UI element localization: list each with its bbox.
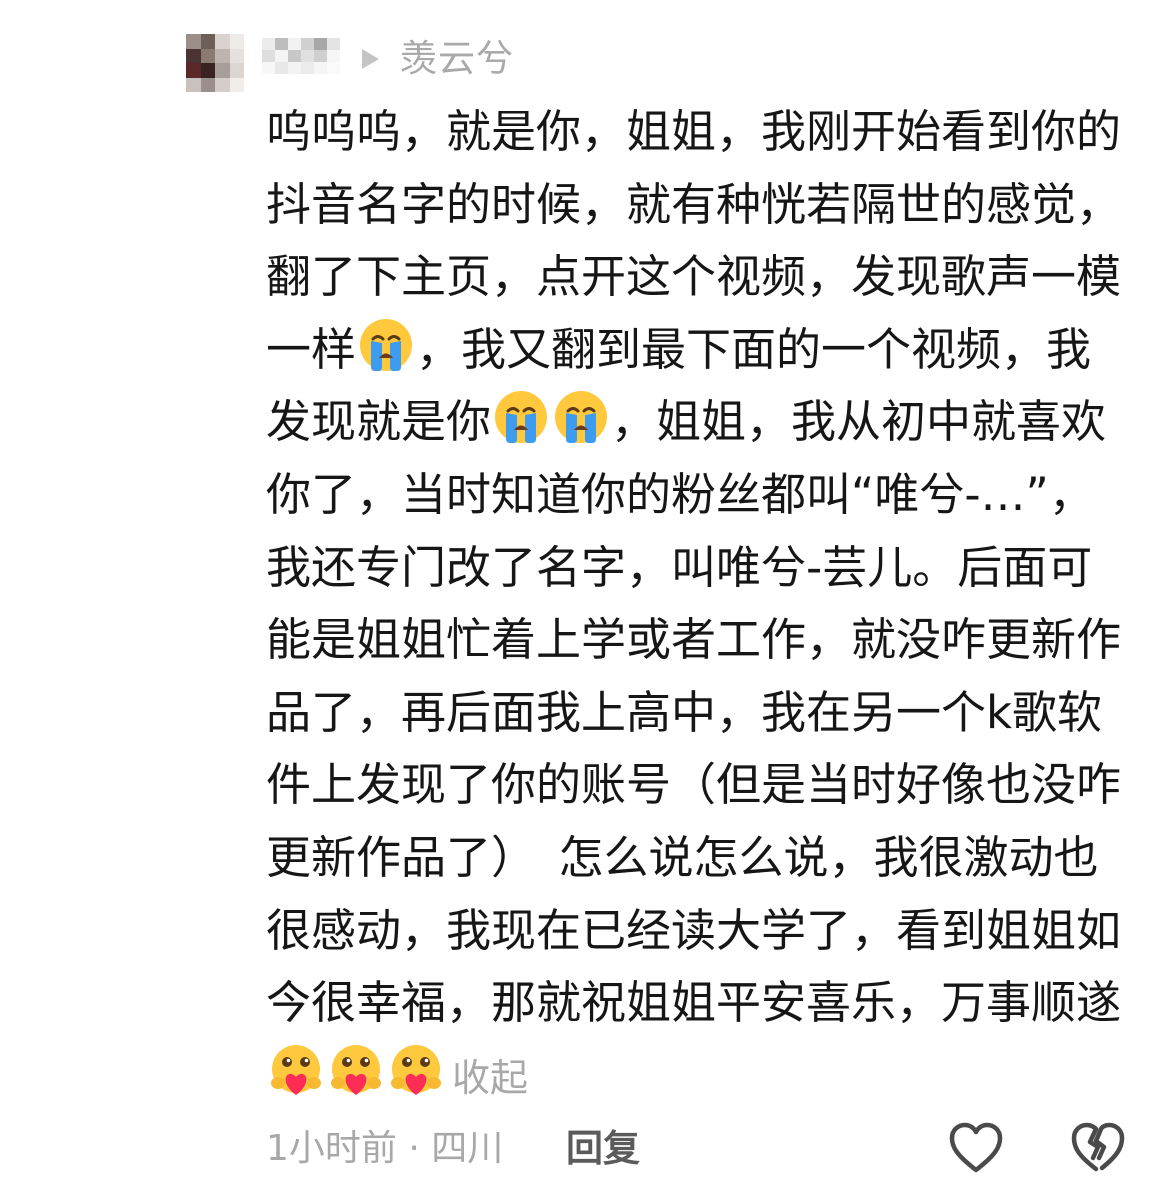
reply-target-name[interactable]: 羡云兮 [400,36,514,82]
collapse-button[interactable]: 收起 [452,1056,528,1100]
avatar[interactable] [186,34,244,92]
comment-body: 呜呜呜，就是你，姐姐，我刚开始看到你的抖音名字的时候，就有种恍若隔世的感觉，翻了… [266,96,1128,1114]
username-blurred[interactable] [262,38,340,74]
heart-hug-face-emoji-icon [331,1044,381,1095]
heart-hug-face-emoji-icon [391,1044,441,1095]
comment-meta: 1小时前 · 四川 [266,1128,504,1169]
heart-hug-face-emoji-icon [271,1044,321,1095]
crying-face-emoji-icon [555,391,608,444]
heart-icon[interactable] [946,1120,1006,1176]
comment-text: ，姐姐，我从初中就喜欢你了，当时知道你的粉丝都叫“唯兮-…”，我还专门改了名字，… [266,395,1122,1030]
broken-heart-icon[interactable] [1068,1120,1128,1176]
crying-face-emoji-icon [360,318,413,371]
reply-arrow-icon [362,49,379,69]
crying-face-emoji-icon [495,391,548,444]
reply-button[interactable]: 回复 [566,1122,640,1176]
